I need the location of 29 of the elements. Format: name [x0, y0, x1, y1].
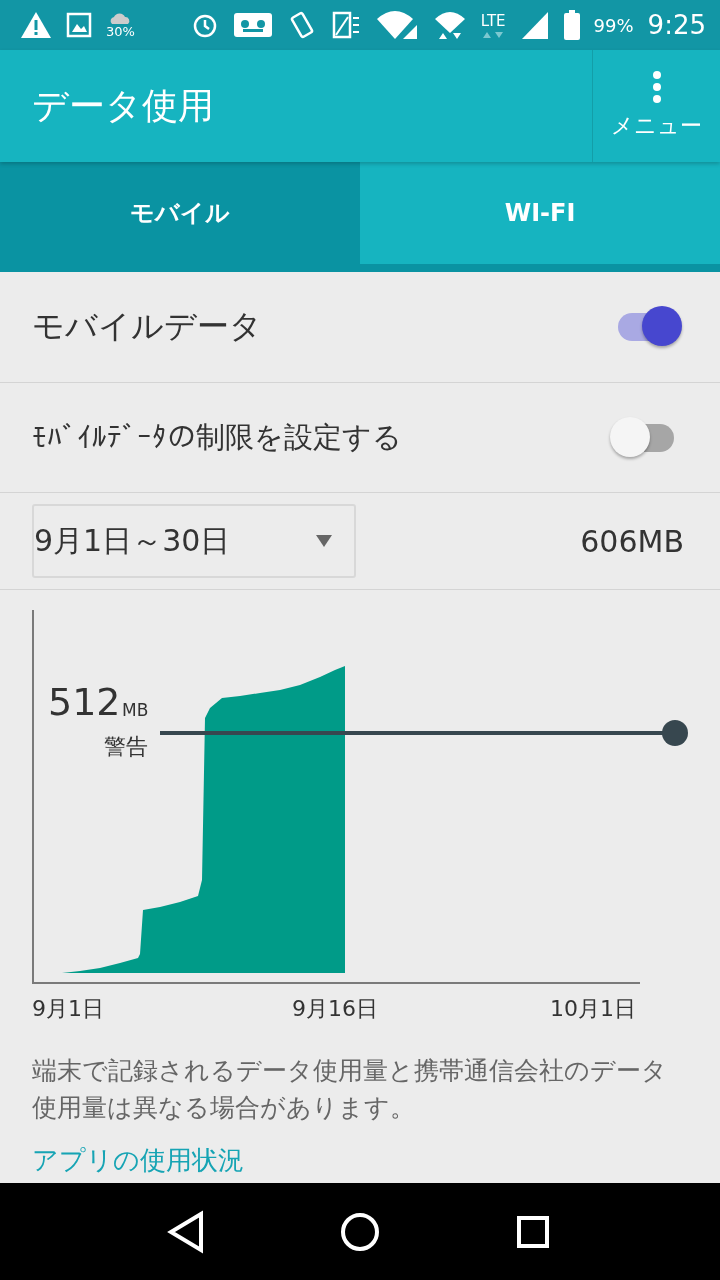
setting-label: モバイルデータ	[32, 306, 262, 347]
dropdown-arrow-icon	[316, 535, 332, 547]
setting-label: ﾓﾊﾞｲﾙﾃﾞｰﾀの制限を設定する	[32, 418, 402, 456]
battery-icon	[563, 10, 580, 40]
voicemail-icon	[232, 12, 273, 38]
battery-level: 99%	[593, 14, 634, 36]
clock-time: 9:25	[647, 10, 706, 40]
wifi-signal-icon	[374, 9, 419, 41]
warning-icon	[20, 11, 52, 39]
image-icon	[66, 12, 92, 38]
weather-text: 30%	[106, 23, 135, 39]
signal-icon	[519, 10, 550, 40]
app-usage-link[interactable]: アプリの使用状況	[32, 1144, 244, 1176]
data-arrows-icon	[482, 30, 505, 38]
disclaimer-text: 端末で記録されるデータ使用量と携帯通信会社のデータ使用量は異なる場合があります。	[32, 1055, 668, 1124]
warning-label: 警告	[104, 733, 148, 761]
axis-label: 9月16日	[292, 995, 378, 1023]
phone-icon	[330, 10, 361, 40]
warning-line[interactable]	[160, 718, 690, 748]
screen-title: データ使用	[31, 83, 215, 128]
cycle-dropdown[interactable]: 9月1日～30日	[32, 504, 356, 578]
warning-value: 512	[48, 680, 121, 724]
axis-label: 10月1日	[550, 995, 636, 1023]
network-type: LTE	[480, 12, 506, 30]
more-icon	[652, 71, 661, 103]
axis-label: 9月1日	[32, 995, 104, 1023]
tab[interactable]: モバイル	[0, 162, 360, 264]
usage-total: 606MB	[580, 523, 684, 559]
warning-unit: MB	[122, 700, 149, 720]
